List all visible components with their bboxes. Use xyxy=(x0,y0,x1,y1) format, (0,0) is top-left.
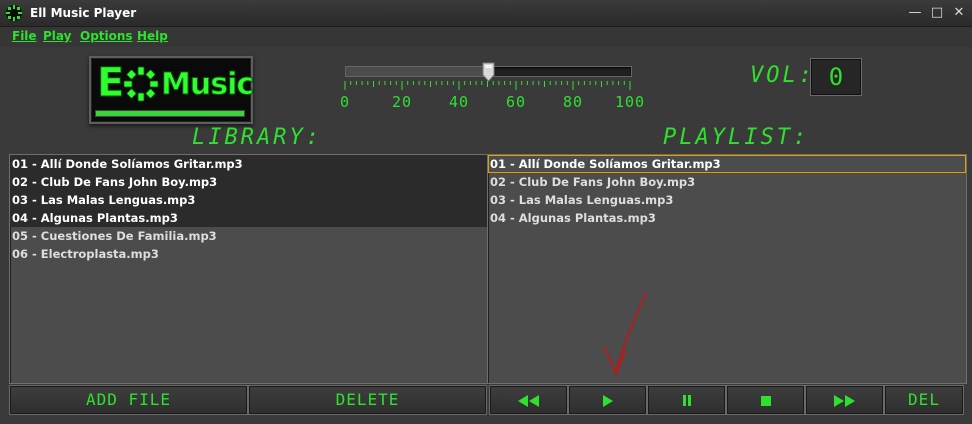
menu-help[interactable]: Help xyxy=(137,29,168,43)
library-item[interactable]: 02 - Club De Fans John Boy.mp3 xyxy=(10,173,488,191)
stop-icon xyxy=(760,395,771,406)
fast-forward-icon xyxy=(833,394,855,407)
playlist-list[interactable]: 01 - Allí Donde Solíamos Gritar.mp3 02 -… xyxy=(487,154,967,384)
playlist-item[interactable]: 03 - Las Malas Lenguas.mp3 xyxy=(488,191,966,209)
volume-label: VOL: xyxy=(750,63,815,88)
app-ring-icon xyxy=(6,5,22,21)
seek-tick-label: 80 xyxy=(562,93,584,111)
seek-tick-label: 100 xyxy=(614,93,646,111)
window-title: Ell Music Player xyxy=(30,6,137,20)
play-button[interactable] xyxy=(568,385,647,415)
menu-play[interactable]: Play xyxy=(43,29,71,43)
title-bar[interactable]: Ell Music Player — □ ✕ xyxy=(0,0,972,27)
logo-word: Music xyxy=(160,67,254,103)
rewind-button[interactable] xyxy=(489,385,568,415)
maximize-icon: □ xyxy=(930,5,944,20)
logo: E Music xyxy=(89,56,255,124)
menu-bar: File Play Options Help xyxy=(0,27,972,47)
minimize-icon: — xyxy=(908,5,922,20)
library-item[interactable]: 01 - Allí Donde Solíamos Gritar.mp3 xyxy=(10,155,488,173)
seek-tick-label: 40 xyxy=(448,93,470,111)
add-file-button[interactable]: ADD FILE xyxy=(9,385,248,415)
library-title: LIBRARY: xyxy=(192,125,322,150)
rewind-icon xyxy=(517,394,539,407)
minimize-button[interactable]: — xyxy=(904,4,926,22)
pause-button[interactable] xyxy=(647,385,726,415)
playlist-item[interactable]: 02 - Club De Fans John Boy.mp3 xyxy=(488,173,966,191)
fast-forward-button[interactable] xyxy=(805,385,884,415)
annotation-arrow-icon xyxy=(603,291,647,376)
playlist-title: PLAYLIST: xyxy=(663,125,810,150)
play-icon xyxy=(602,394,613,407)
seek-tick-label: 20 xyxy=(391,93,413,111)
logo-progress-fill xyxy=(96,111,244,116)
library-item[interactable]: 04 - Algunas Plantas.mp3 xyxy=(10,209,488,227)
library-item[interactable]: 03 - Las Malas Lenguas.mp3 xyxy=(10,191,488,209)
logo-letter: E xyxy=(96,60,125,107)
seek-tick-label: 60 xyxy=(505,93,527,111)
seek-tick-label: 0 xyxy=(339,93,351,111)
logo-ring-icon xyxy=(123,66,159,102)
logo-progress-bar xyxy=(95,110,245,117)
library-list[interactable]: 01 - Allí Donde Solíamos Gritar.mp3 02 -… xyxy=(9,154,489,384)
menu-file[interactable]: File xyxy=(12,29,37,43)
volume-display[interactable]: 0 xyxy=(810,58,862,96)
playlist-item[interactable]: 01 - Allí Donde Solíamos Gritar.mp3 xyxy=(488,155,966,173)
delete-button[interactable]: DELETE xyxy=(248,385,487,415)
close-icon: ✕ xyxy=(953,5,965,20)
seek-slider-fill xyxy=(346,67,489,76)
stop-button[interactable] xyxy=(726,385,805,415)
close-button[interactable]: ✕ xyxy=(948,4,970,22)
pause-icon xyxy=(682,395,691,406)
library-item[interactable]: 05 - Cuestiones De Familia.mp3 xyxy=(10,227,488,245)
playlist-item[interactable]: 04 - Algunas Plantas.mp3 xyxy=(488,209,966,227)
maximize-button[interactable]: □ xyxy=(926,4,948,22)
playlist-delete-button[interactable]: DEL xyxy=(884,385,964,415)
seek-slider[interactable] xyxy=(345,62,632,82)
menu-options[interactable]: Options xyxy=(80,29,133,43)
library-item[interactable]: 06 - Electroplasta.mp3 xyxy=(10,245,488,263)
seek-slider-thumb[interactable] xyxy=(482,62,495,82)
